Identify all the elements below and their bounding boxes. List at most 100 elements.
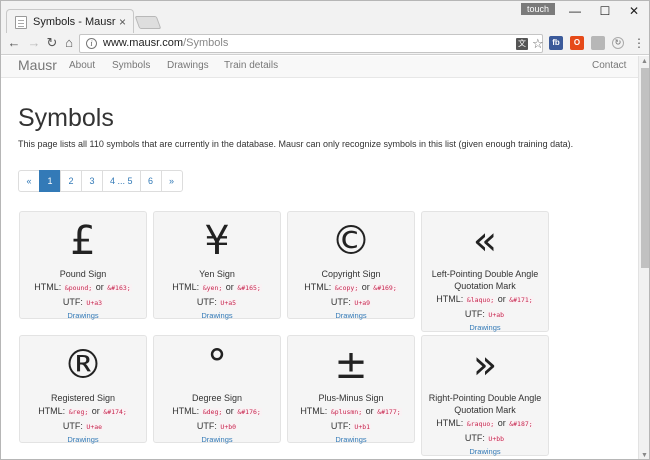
scroll-up-icon[interactable]: ▲ xyxy=(641,58,648,65)
utf-code: U+ab xyxy=(487,311,506,319)
close-window-button[interactable]: ✕ xyxy=(624,3,644,19)
symbol-name: Degree Sign xyxy=(191,393,243,403)
utf-label: UTF: xyxy=(62,421,83,431)
symbol-card: ¥ Yen Sign HTML: &yen; or &#165; UTF: U+… xyxy=(153,211,281,321)
html-entity: &yen; xyxy=(201,284,224,292)
symbol-name: Pound Sign xyxy=(59,269,107,279)
symbol-glyph[interactable]: « xyxy=(422,216,548,266)
nav-link-symbols[interactable]: Symbols xyxy=(112,60,150,71)
symbol-name: Yen Sign xyxy=(199,269,235,279)
scrollbar-thumb[interactable] xyxy=(641,68,649,268)
pagination-prev[interactable]: « xyxy=(18,170,40,192)
symbol-glyph[interactable]: ¥ xyxy=(154,216,280,266)
symbol-glyph[interactable]: © xyxy=(288,216,414,266)
symbol-card: £ Pound Sign HTML: &pound; or &#163; UTF… xyxy=(19,211,147,321)
html-label: HTML: xyxy=(172,406,200,416)
symbol-name: Plus-Minus Sign xyxy=(318,393,384,403)
symbol-glyph[interactable]: ° xyxy=(154,340,280,390)
pagination-page-2[interactable]: 2 xyxy=(60,170,82,192)
reload-button[interactable]: ↻ xyxy=(44,35,60,51)
utf-label: UTF: xyxy=(464,309,485,319)
symbol-name: Right-Pointing Double Angle Quotation Ma… xyxy=(428,393,542,415)
url-text[interactable]: www.mausr.com/Symbols xyxy=(103,37,228,49)
html-label: HTML: xyxy=(172,282,200,292)
html-label: HTML: xyxy=(436,294,464,304)
symbol-name: Left-Pointing Double Angle Quotation Mar… xyxy=(431,269,539,291)
facebook-extension-icon[interactable]: fb xyxy=(549,36,563,50)
utf-code: U+b0 xyxy=(219,423,238,431)
drawings-link[interactable]: Drawings xyxy=(20,310,146,321)
back-button[interactable]: ← xyxy=(6,35,22,51)
site-brand[interactable]: Mausr xyxy=(18,57,57,73)
pagination-page-3[interactable]: 3 xyxy=(81,170,103,192)
bookmark-star-icon[interactable]: ☆ xyxy=(532,35,544,52)
nav-link-train-details[interactable]: Train details xyxy=(224,60,278,71)
nav-link-drawings[interactable]: Drawings xyxy=(167,60,209,71)
nav-link-contact[interactable]: Contact xyxy=(592,60,626,71)
html-entity: &copy; xyxy=(333,284,360,292)
minimize-button[interactable]: — xyxy=(565,3,585,19)
html-entity: &raquo; xyxy=(465,420,496,428)
pagination-page-1[interactable]: 1 xyxy=(39,170,61,192)
new-tab-button[interactable] xyxy=(134,16,162,29)
nav-link-about[interactable]: About xyxy=(69,60,95,71)
or-label: or xyxy=(361,282,370,292)
or-label: or xyxy=(95,282,104,292)
drawings-link[interactable]: Drawings xyxy=(288,434,414,445)
utf-label: UTF: xyxy=(330,421,351,431)
html-code: &#171; xyxy=(508,296,534,304)
symbol-card: ± Plus-Minus Sign HTML: &plusmn; or &#17… xyxy=(287,335,415,445)
info-icon[interactable]: i xyxy=(86,38,97,49)
sync-extension-icon[interactable]: ↻ xyxy=(612,37,624,49)
html-code: &#163; xyxy=(106,284,132,292)
extension-icon[interactable] xyxy=(591,36,605,50)
html-entity: &pound; xyxy=(63,284,94,292)
address-bar[interactable]: i www.mausr.com/Symbols 文 ☆ xyxy=(79,34,544,53)
drawings-link[interactable]: Drawings xyxy=(288,310,414,321)
drawings-link[interactable]: Drawings xyxy=(154,434,280,445)
drawings-link[interactable]: Drawings xyxy=(422,446,548,457)
or-label: or xyxy=(497,294,506,304)
html-code: &#165; xyxy=(236,284,262,292)
utf-code: U+a9 xyxy=(353,299,372,307)
symbol-glyph[interactable]: £ xyxy=(20,216,146,266)
site-navbar: Mausr About Symbols Drawings Train detai… xyxy=(1,56,638,78)
page-favicon-icon xyxy=(15,16,27,29)
html-code: &#169; xyxy=(372,284,398,292)
home-button[interactable]: ⌂ xyxy=(61,35,77,51)
html-code: &#176; xyxy=(236,408,262,416)
symbol-glyph[interactable]: ® xyxy=(20,340,146,390)
vertical-scrollbar[interactable]: ▲ ▼ xyxy=(638,56,649,459)
drawings-link[interactable]: Drawings xyxy=(20,434,146,445)
browser-menu-icon[interactable]: ⋮ xyxy=(633,35,645,51)
touch-badge: touch xyxy=(521,3,555,15)
tab-title: Symbols - Mausr xyxy=(33,16,116,28)
tab-symbols[interactable]: Symbols - Mausr × xyxy=(6,9,134,35)
html-label: HTML: xyxy=(436,418,464,428)
symbol-card: ° Degree Sign HTML: &deg; or &#176; UTF:… xyxy=(153,335,281,445)
page-description: This page lists all 110 symbols that are… xyxy=(18,139,574,149)
drawings-link[interactable]: Drawings xyxy=(154,310,280,321)
symbol-card: « Left-Pointing Double Angle Quotation M… xyxy=(421,211,549,332)
browser-toolbar: ← → ↻ ⌂ i www.mausr.com/Symbols 文 ☆ fb O… xyxy=(1,33,649,55)
utf-label: UTF: xyxy=(62,297,83,307)
symbol-card: ® Registered Sign HTML: &reg; or &#174; … xyxy=(19,335,147,445)
translate-icon[interactable]: 文 xyxy=(516,38,528,50)
drawings-link[interactable]: Drawings xyxy=(422,322,548,333)
tab-close-icon[interactable]: × xyxy=(119,15,126,29)
utf-code: U+a5 xyxy=(219,299,238,307)
office-extension-icon[interactable]: O xyxy=(570,36,584,50)
or-label: or xyxy=(365,406,374,416)
tab-strip: Symbols - Mausr × touch — ☐ ✕ xyxy=(1,1,649,35)
url-path: /Symbols xyxy=(183,37,229,49)
scroll-down-icon[interactable]: ▼ xyxy=(641,452,648,459)
html-code: &#177; xyxy=(376,408,402,416)
forward-button[interactable]: → xyxy=(26,35,42,51)
pagination-page-6[interactable]: 6 xyxy=(139,170,162,192)
html-code: &#187; xyxy=(508,420,534,428)
symbol-glyph[interactable]: » xyxy=(422,340,548,390)
pagination-next[interactable]: » xyxy=(160,170,183,192)
pagination-page-4-5[interactable]: 4 ... 5 xyxy=(102,170,141,192)
maximize-button[interactable]: ☐ xyxy=(595,3,615,19)
symbol-glyph[interactable]: ± xyxy=(288,340,414,390)
